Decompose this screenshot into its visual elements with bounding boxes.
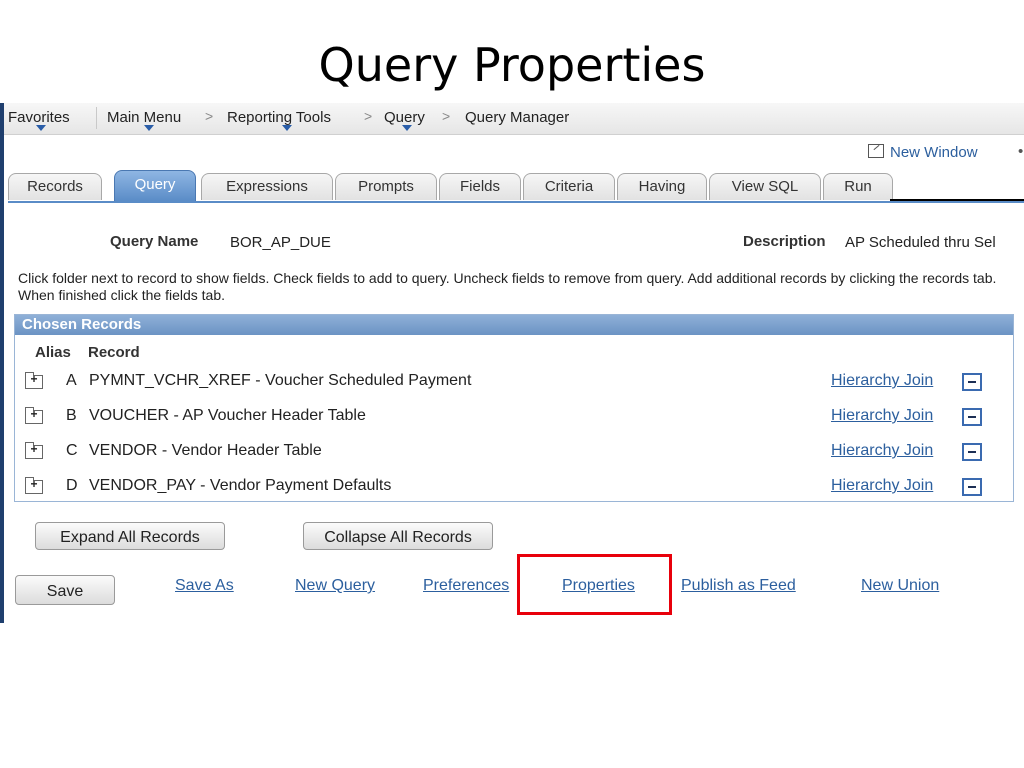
description-label: Description bbox=[743, 233, 826, 250]
table-row: + A PYMNT_VCHR_XREF - Voucher Scheduled … bbox=[15, 370, 1013, 400]
table-row: + B VOUCHER - AP Voucher Header Table Hi… bbox=[15, 405, 1013, 435]
hierarchy-join-link[interactable]: Hierarchy Join bbox=[831, 477, 933, 495]
description-value: AP Scheduled thru Sel bbox=[845, 234, 996, 251]
save-button[interactable]: Save bbox=[15, 575, 115, 605]
new-query-link[interactable]: New Query bbox=[295, 577, 375, 595]
chosen-records-grid: Chosen Records Alias Record + A PYMNT_VC… bbox=[14, 314, 1014, 502]
tab-run[interactable]: Run bbox=[823, 173, 893, 200]
breadcrumb-separator-icon: > bbox=[205, 108, 214, 124]
preferences-link[interactable]: Preferences bbox=[423, 577, 509, 595]
favorites-dropdown-icon[interactable] bbox=[36, 125, 46, 131]
new-union-link[interactable]: New Union bbox=[861, 577, 939, 595]
query-name-label: Query Name bbox=[110, 233, 199, 250]
record-name: VOUCHER - AP Voucher Header Table bbox=[89, 407, 366, 424]
new-window-link[interactable]: New Window bbox=[868, 144, 978, 161]
new-window-label: New Window bbox=[890, 144, 978, 161]
expand-folder-icon[interactable]: + bbox=[25, 407, 43, 424]
new-window-icon bbox=[868, 144, 884, 158]
slide-title: Query Properties bbox=[318, 38, 706, 92]
hierarchy-join-link[interactable]: Hierarchy Join bbox=[831, 442, 933, 460]
remove-record-icon[interactable] bbox=[962, 408, 982, 426]
save-as-link[interactable]: Save As bbox=[175, 577, 234, 595]
peoplesoft-screenshot: Favorites Main Menu > Reporting Tools > … bbox=[0, 103, 1024, 623]
tab-expressions[interactable]: Expressions bbox=[201, 173, 333, 200]
query-name-value: BOR_AP_DUE bbox=[230, 234, 331, 251]
record-name: VENDOR_PAY - Vendor Payment Defaults bbox=[89, 477, 392, 494]
properties-highlight-box bbox=[517, 554, 672, 615]
table-row: + C VENDOR - Vendor Header Table Hierarc… bbox=[15, 440, 1013, 470]
tab-having[interactable]: Having bbox=[617, 173, 707, 200]
navigation-bar: Favorites Main Menu > Reporting Tools > … bbox=[4, 103, 1024, 135]
nav-query-manager[interactable]: Query Manager bbox=[465, 109, 569, 126]
tab-criteria[interactable]: Criteria bbox=[523, 173, 615, 200]
expand-all-records-button[interactable]: Expand All Records bbox=[35, 522, 225, 550]
more-options-icon[interactable]: • bbox=[1018, 143, 1023, 160]
window-left-border bbox=[0, 103, 4, 623]
remove-record-icon[interactable] bbox=[962, 478, 982, 496]
column-header-record: Record bbox=[88, 344, 140, 361]
tab-query[interactable]: Query bbox=[114, 170, 196, 201]
publish-as-feed-link[interactable]: Publish as Feed bbox=[681, 577, 796, 595]
column-header-alias: Alias bbox=[35, 344, 71, 361]
collapse-all-records-button[interactable]: Collapse All Records bbox=[303, 522, 493, 550]
expand-folder-icon[interactable]: + bbox=[25, 442, 43, 459]
record-alias: C bbox=[66, 442, 78, 459]
hierarchy-join-link[interactable]: Hierarchy Join bbox=[831, 372, 933, 390]
remove-record-icon[interactable] bbox=[962, 373, 982, 391]
record-alias: D bbox=[66, 477, 78, 494]
hierarchy-join-link[interactable]: Hierarchy Join bbox=[831, 407, 933, 425]
instructions-text: Click folder next to record to show fiel… bbox=[18, 270, 997, 303]
table-row: + D VENDOR_PAY - Vendor Payment Defaults… bbox=[15, 475, 1013, 505]
record-name: PYMNT_VCHR_XREF - Voucher Scheduled Paym… bbox=[89, 372, 472, 389]
nav-reporting-tools[interactable]: Reporting Tools bbox=[227, 109, 331, 126]
tab-baseline-dark bbox=[890, 199, 1024, 201]
tab-prompts[interactable]: Prompts bbox=[335, 173, 437, 200]
nav-main-menu[interactable]: Main Menu bbox=[107, 109, 181, 126]
main-menu-dropdown-icon[interactable] bbox=[144, 125, 154, 131]
tab-records[interactable]: Records bbox=[8, 173, 102, 200]
reporting-tools-dropdown-icon[interactable] bbox=[282, 125, 292, 131]
grid-title: Chosen Records bbox=[15, 315, 1013, 335]
expand-folder-icon[interactable]: + bbox=[25, 372, 43, 389]
remove-record-icon[interactable] bbox=[962, 443, 982, 461]
nav-favorites[interactable]: Favorites bbox=[8, 109, 70, 126]
nav-divider bbox=[96, 107, 97, 129]
tab-baseline bbox=[8, 201, 1024, 203]
breadcrumb-separator-icon: > bbox=[364, 108, 373, 124]
tab-view-sql[interactable]: View SQL bbox=[709, 173, 821, 200]
expand-folder-icon[interactable]: + bbox=[25, 477, 43, 494]
breadcrumb-separator-icon: > bbox=[442, 108, 451, 124]
record-name: VENDOR - Vendor Header Table bbox=[89, 442, 322, 459]
tab-fields[interactable]: Fields bbox=[439, 173, 521, 200]
record-alias: A bbox=[66, 372, 77, 389]
nav-query[interactable]: Query bbox=[384, 109, 425, 126]
record-alias: B bbox=[66, 407, 77, 424]
query-dropdown-icon[interactable] bbox=[402, 125, 412, 131]
